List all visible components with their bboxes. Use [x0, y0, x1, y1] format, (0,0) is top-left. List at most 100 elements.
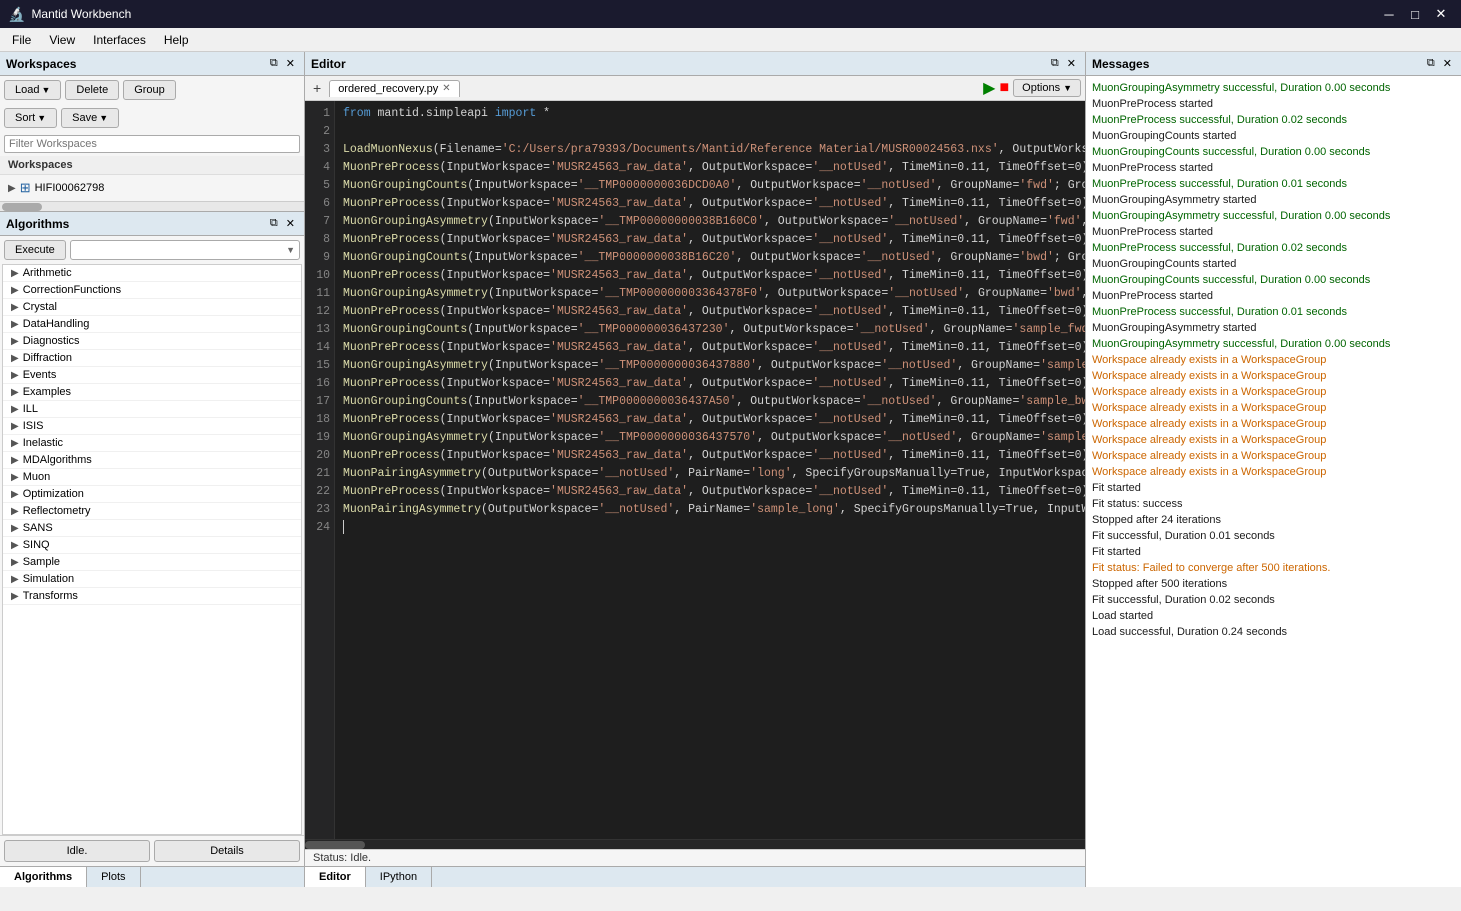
messages-content[interactable]: MuonGroupingAsymmetry successful, Durati… — [1086, 76, 1461, 887]
algo-label: Diagnostics — [23, 335, 80, 347]
algo-item-sample[interactable]: ▶Sample — [3, 554, 301, 571]
algo-item-mdalgorithms[interactable]: ▶MDAlgorithms — [3, 452, 301, 469]
sort-button[interactable]: Sort ▼ — [4, 108, 57, 128]
code-editor[interactable]: 12345 678910 1112131415 1617181920 21222… — [305, 101, 1085, 839]
tab-algorithms[interactable]: Algorithms — [0, 867, 87, 887]
editor-close-button[interactable]: ✕ — [1064, 56, 1079, 71]
algo-item-arithmetic[interactable]: ▶Arithmetic — [3, 265, 301, 282]
options-button[interactable]: Options ▼ — [1013, 79, 1081, 97]
algo-item-sinq[interactable]: ▶SINQ — [3, 537, 301, 554]
tab-close-icon[interactable]: ✕ — [442, 83, 450, 94]
algorithms-panel-controls[interactable]: ⧉ ✕ — [267, 216, 298, 231]
expand-icon: ▶ — [11, 489, 19, 500]
messages-panel-controls[interactable]: ⧉ ✕ — [1424, 56, 1455, 71]
message-item: MuonGroupingAsymmetry started — [1092, 320, 1455, 336]
stop-button[interactable]: ■ — [999, 79, 1009, 97]
message-item: Fit started — [1092, 480, 1455, 496]
algo-tabs: Algorithms Plots — [0, 866, 304, 887]
algo-item-ill[interactable]: ▶ILL — [3, 401, 301, 418]
execute-button[interactable]: Execute — [4, 240, 66, 260]
algo-item-isis[interactable]: ▶ISIS — [3, 418, 301, 435]
editor-float-button[interactable]: ⧉ — [1048, 56, 1062, 71]
workspace-toolbar-2: Sort ▼ Save ▼ — [0, 104, 304, 132]
expand-icon: ▶ — [11, 455, 19, 466]
workspaces-panel-controls[interactable]: ⧉ ✕ — [267, 56, 298, 71]
delete-button[interactable]: Delete — [65, 80, 119, 100]
maximize-button[interactable]: □ — [1403, 2, 1427, 26]
algorithms-float-button[interactable]: ⧉ — [267, 216, 281, 231]
workspaces-panel: Workspaces ⧉ ✕ Load ▼ Delete Group Sort … — [0, 52, 304, 212]
minimize-button[interactable]: ─ — [1377, 2, 1401, 26]
message-item: Workspace already exists in a WorkspaceG… — [1092, 368, 1455, 384]
algo-list[interactable]: ▶Arithmetic ▶CorrectionFunctions ▶Crysta… — [2, 264, 302, 835]
expand-icon: ▶ — [11, 387, 19, 398]
main-layout: Workspaces ⧉ ✕ Load ▼ Delete Group Sort … — [0, 52, 1461, 887]
editor-tab[interactable]: ordered_recovery.py ✕ — [329, 80, 459, 97]
message-item: Fit status: success — [1092, 496, 1455, 512]
expand-icon: ▶ — [11, 285, 19, 296]
message-item: MuonGroupingAsymmetry started — [1092, 192, 1455, 208]
algo-item-events[interactable]: ▶Events — [3, 367, 301, 384]
menu-help[interactable]: Help — [156, 31, 197, 49]
run-button[interactable]: ▶ — [983, 78, 995, 98]
messages-close-button[interactable]: ✕ — [1440, 56, 1455, 71]
algo-item-reflectometry[interactable]: ▶Reflectometry — [3, 503, 301, 520]
algo-item-transforms[interactable]: ▶ Transforms — [3, 588, 301, 605]
algo-item-examples[interactable]: ▶ Examples — [3, 384, 301, 401]
tab-editor[interactable]: Editor — [305, 867, 366, 887]
algo-label: Events — [23, 369, 57, 381]
algo-item-crystal[interactable]: ▶Crystal — [3, 299, 301, 316]
editor-title: Editor — [311, 57, 346, 71]
algorithms-panel: Algorithms ⧉ ✕ Execute ▼ ▶Arithmetic ▶Co… — [0, 212, 304, 887]
new-tab-button[interactable]: + — [309, 79, 325, 97]
code-content[interactable]: from mantid.simpleapi import * LoadMuonN… — [335, 101, 1085, 839]
menu-file[interactable]: File — [4, 31, 39, 49]
message-item: MuonPreProcess successful, Duration 0.01… — [1092, 176, 1455, 192]
menu-interfaces[interactable]: Interfaces — [85, 31, 154, 49]
group-button[interactable]: Group — [123, 80, 176, 100]
close-button[interactable]: ✕ — [1429, 2, 1453, 26]
idle-button[interactable]: Idle. — [4, 840, 150, 862]
message-item: MuonGroupingAsymmetry successful, Durati… — [1092, 80, 1455, 96]
algo-item-optimization[interactable]: ▶Optimization — [3, 486, 301, 503]
messages-panel: Messages ⧉ ✕ MuonGroupingAsymmetry succe… — [1086, 52, 1461, 887]
tab-ipython[interactable]: IPython — [366, 867, 432, 887]
expand-icon: ▶ — [11, 353, 19, 364]
filter-workspaces-input[interactable] — [4, 135, 300, 153]
algo-item-muon[interactable]: ▶Muon — [3, 469, 301, 486]
tab-plots[interactable]: Plots — [87, 867, 140, 887]
workspaces-close-button[interactable]: ✕ — [283, 56, 298, 71]
app-title: Mantid Workbench — [31, 7, 131, 21]
algo-item-simulation[interactable]: ▶Simulation — [3, 571, 301, 588]
workspace-list-header: Workspaces — [0, 156, 304, 175]
messages-title: Messages — [1092, 57, 1149, 71]
menu-view[interactable]: View — [41, 31, 83, 49]
algo-item-datahandling[interactable]: ▶DataHandling — [3, 316, 301, 333]
expand-icon: ▶ — [11, 438, 19, 449]
algo-item-diffraction[interactable]: ▶Diffraction — [3, 350, 301, 367]
message-item: Stopped after 24 iterations — [1092, 512, 1455, 528]
messages-float-button[interactable]: ⧉ — [1424, 56, 1438, 71]
workspace-item[interactable]: ▶ ⊞ HIFI00062798 — [0, 177, 304, 199]
editor-scrollbar[interactable] — [305, 839, 1085, 849]
editor-panel-controls[interactable]: ⧉ ✕ — [1048, 56, 1079, 71]
expand-icon: ▶ — [11, 591, 19, 602]
load-button[interactable]: Load ▼ — [4, 80, 61, 100]
algo-label: Simulation — [23, 573, 74, 585]
algo-item-sans[interactable]: ▶SANS — [3, 520, 301, 537]
algo-label: Examples — [23, 386, 71, 398]
expand-icon: ▶ — [11, 404, 19, 415]
save-button[interactable]: Save ▼ — [61, 108, 119, 128]
workspaces-float-button[interactable]: ⧉ — [267, 56, 281, 71]
algo-item-diagnostics[interactable]: ▶Diagnostics — [3, 333, 301, 350]
algorithms-close-button[interactable]: ✕ — [283, 216, 298, 231]
details-button[interactable]: Details — [154, 840, 300, 862]
algo-item-inelastic[interactable]: ▶Inelastic — [3, 435, 301, 452]
algo-label: Transforms — [23, 590, 78, 602]
workspace-tree-area: ▶ ⊞ HIFI00062798 — [0, 175, 304, 201]
save-dropdown-arrow: ▼ — [99, 113, 108, 123]
algo-search-input[interactable] — [75, 244, 286, 256]
workspace-horizontal-scrollbar[interactable] — [0, 201, 304, 211]
algo-item-correctionfunctions[interactable]: ▶CorrectionFunctions — [3, 282, 301, 299]
title-bar-controls[interactable]: ─ □ ✕ — [1377, 2, 1453, 26]
